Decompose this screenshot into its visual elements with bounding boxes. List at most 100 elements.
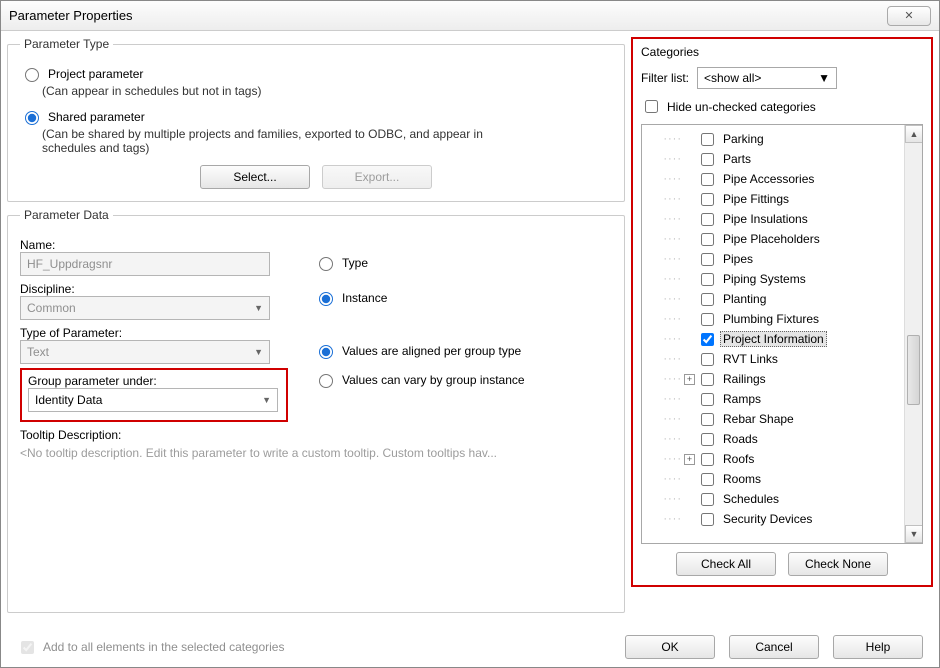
tree-row[interactable]: ····+Project Information — [642, 329, 904, 349]
category-checkbox[interactable] — [701, 493, 714, 506]
help-button[interactable]: Help — [833, 635, 923, 659]
type-radio-row[interactable]: Type — [314, 254, 612, 271]
tree-row[interactable]: ····+Rebar Shape — [642, 409, 904, 429]
category-checkbox[interactable] — [701, 413, 714, 426]
tree-row[interactable]: ····+Railings — [642, 369, 904, 389]
category-label[interactable]: Ramps — [720, 392, 764, 406]
values-vary-radio-row[interactable]: Values can vary by group instance — [314, 371, 612, 388]
type-of-parameter-value: Text — [27, 345, 49, 359]
category-checkbox[interactable] — [701, 393, 714, 406]
hide-unchecked-row[interactable]: Hide un-checked categories — [641, 97, 923, 116]
tree-row[interactable]: ····+Security Devices — [642, 509, 904, 529]
category-label[interactable]: Piping Systems — [720, 272, 809, 286]
category-checkbox[interactable] — [701, 193, 714, 206]
category-checkbox[interactable] — [701, 333, 714, 346]
tree-row[interactable]: ····+Parking — [642, 129, 904, 149]
filter-list-select[interactable]: <show all> ▼ — [697, 67, 837, 89]
tree-row[interactable]: ····+Planting — [642, 289, 904, 309]
check-none-button[interactable]: Check None — [788, 552, 888, 576]
category-label[interactable]: Parts — [720, 152, 754, 166]
tree-dots: ···· — [658, 233, 682, 245]
tree-row[interactable]: ····+Roads — [642, 429, 904, 449]
category-label[interactable]: Roads — [720, 432, 761, 446]
expand-icon[interactable]: + — [684, 454, 695, 465]
name-field: HF_Uppdragsnr — [20, 252, 270, 276]
scroll-thumb[interactable] — [907, 335, 920, 405]
tree-row[interactable]: ····+Roofs — [642, 449, 904, 469]
category-checkbox[interactable] — [701, 253, 714, 266]
category-label[interactable]: Pipe Fittings — [720, 192, 792, 206]
category-label[interactable]: Rebar Shape — [720, 412, 797, 426]
tree-row[interactable]: ····+Pipe Insulations — [642, 209, 904, 229]
shared-parameter-radio-row[interactable]: Shared parameter — [20, 108, 612, 125]
check-all-button[interactable]: Check All — [676, 552, 776, 576]
tree-row[interactable]: ····+Piping Systems — [642, 269, 904, 289]
category-checkbox[interactable] — [701, 173, 714, 186]
ok-button[interactable]: OK — [625, 635, 715, 659]
category-label[interactable]: RVT Links — [720, 352, 781, 366]
category-checkbox[interactable] — [701, 293, 714, 306]
tree-row[interactable]: ····+Parts — [642, 149, 904, 169]
values-aligned-radio[interactable] — [319, 345, 333, 359]
scroll-down-icon[interactable]: ▼ — [905, 525, 923, 543]
group-under-select[interactable]: Identity Data ▼ — [28, 388, 278, 412]
tree-row[interactable]: ····+Pipes — [642, 249, 904, 269]
expand-icon[interactable]: + — [684, 374, 695, 385]
scroll-up-icon[interactable]: ▲ — [905, 125, 923, 143]
category-label[interactable]: Pipe Accessories — [720, 172, 817, 186]
category-checkbox[interactable] — [701, 473, 714, 486]
tree-dots: ···· — [658, 133, 682, 145]
category-label[interactable]: Schedules — [720, 492, 782, 506]
tree-row[interactable]: ····+RVT Links — [642, 349, 904, 369]
categories-tree[interactable]: ····+Parking····+Parts····+Pipe Accessor… — [641, 124, 923, 544]
category-checkbox[interactable] — [701, 153, 714, 166]
category-checkbox[interactable] — [701, 313, 714, 326]
scrollbar[interactable]: ▲ ▼ — [904, 125, 922, 543]
project-parameter-radio[interactable] — [25, 68, 39, 82]
hide-unchecked-checkbox[interactable] — [645, 100, 658, 113]
category-label[interactable]: Pipe Placeholders — [720, 232, 823, 246]
titlebar: Parameter Properties ✕ — [1, 1, 939, 31]
category-label[interactable]: Project Information — [720, 331, 827, 347]
instance-radio-row[interactable]: Instance — [314, 289, 612, 306]
values-vary-radio[interactable] — [319, 374, 333, 388]
category-label[interactable]: Planting — [720, 292, 769, 306]
project-parameter-radio-row[interactable]: Project parameter — [20, 65, 612, 82]
type-radio[interactable] — [319, 257, 333, 271]
tree-row[interactable]: ····+Plumbing Fixtures — [642, 309, 904, 329]
tree-row[interactable]: ····+Pipe Accessories — [642, 169, 904, 189]
category-checkbox[interactable] — [701, 273, 714, 286]
category-checkbox[interactable] — [701, 353, 714, 366]
tree-dots: ···· — [658, 493, 682, 505]
tree-row[interactable]: ····+Pipe Fittings — [642, 189, 904, 209]
tree-row[interactable]: ····+Pipe Placeholders — [642, 229, 904, 249]
category-checkbox[interactable] — [701, 513, 714, 526]
category-label[interactable]: Pipe Insulations — [720, 212, 811, 226]
shared-parameter-label: Shared parameter — [48, 110, 145, 124]
category-label[interactable]: Rooms — [720, 472, 764, 486]
tree-row[interactable]: ····+Rooms — [642, 469, 904, 489]
category-label[interactable]: Roofs — [720, 452, 757, 466]
category-checkbox[interactable] — [701, 373, 714, 386]
tree-dots: ···· — [658, 393, 682, 405]
instance-radio[interactable] — [319, 292, 333, 306]
cancel-button[interactable]: Cancel — [729, 635, 819, 659]
category-label[interactable]: Pipes — [720, 252, 756, 266]
category-checkbox[interactable] — [701, 233, 714, 246]
category-checkbox[interactable] — [701, 133, 714, 146]
category-checkbox[interactable] — [701, 213, 714, 226]
category-label[interactable]: Railings — [720, 372, 769, 386]
shared-parameter-radio[interactable] — [25, 111, 39, 125]
close-button[interactable]: ✕ — [887, 6, 931, 26]
category-label[interactable]: Security Devices — [720, 512, 815, 526]
category-checkbox[interactable] — [701, 433, 714, 446]
select-button[interactable]: Select... — [200, 165, 310, 189]
tree-row[interactable]: ····+Ramps — [642, 389, 904, 409]
category-label[interactable]: Plumbing Fixtures — [720, 312, 822, 326]
tree-dots: ···· — [658, 253, 682, 265]
tree-dots: ···· — [658, 413, 682, 425]
values-aligned-radio-row[interactable]: Values are aligned per group type — [314, 342, 612, 359]
category-checkbox[interactable] — [701, 453, 714, 466]
category-label[interactable]: Parking — [720, 132, 767, 146]
tree-row[interactable]: ····+Schedules — [642, 489, 904, 509]
